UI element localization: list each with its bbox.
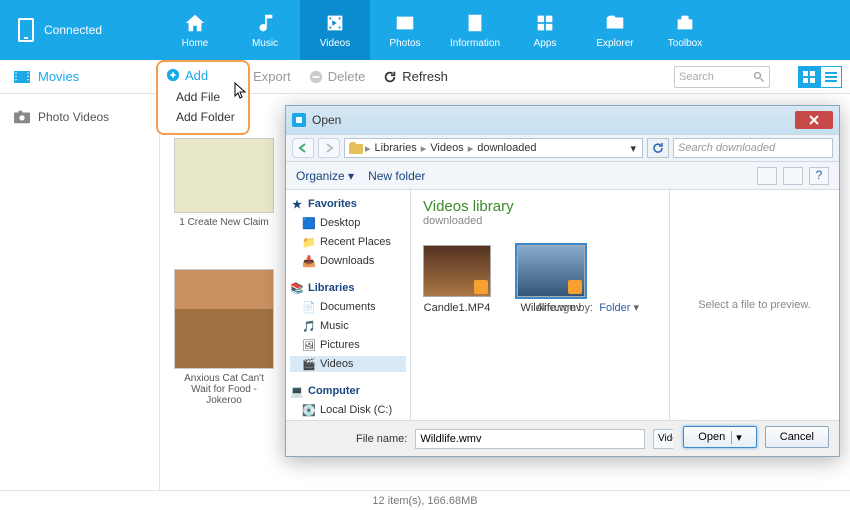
dialog-toolbar: Organize ▾ New folder ? <box>286 162 839 190</box>
open-button[interactable]: Open▾ <box>683 426 756 448</box>
dialog-titlebar[interactable]: Open <box>286 106 839 134</box>
refresh-icon <box>383 70 397 84</box>
video-grid: 1 Create New Claim <box>174 138 274 228</box>
pictures-item[interactable]: 🖼Pictures <box>290 337 406 353</box>
file-thumbnail <box>517 245 585 297</box>
apps-icon <box>534 12 556 34</box>
organize-button[interactable]: Organize ▾ <box>296 169 354 183</box>
grid-view-button[interactable] <box>798 66 820 88</box>
desktop-item[interactable]: 🟦Desktop <box>290 215 406 231</box>
view-toggle <box>798 66 842 88</box>
dialog-title: Open <box>312 113 341 127</box>
app-header: Connected Home Music Videos Photos Infor… <box>0 0 850 60</box>
list-view-button[interactable] <box>820 66 842 88</box>
nav-forward-button[interactable] <box>318 138 340 158</box>
favorites-group[interactable]: ★Favorites <box>290 196 406 212</box>
toolbox-icon <box>674 12 696 34</box>
search-icon <box>753 71 765 83</box>
connection-label: Connected <box>44 23 102 37</box>
dialog-sidebar: ★Favorites 🟦Desktop 📁Recent Places 📥Down… <box>286 190 411 420</box>
refresh-nav-button[interactable] <box>647 138 669 158</box>
library-title: Videos library <box>423 198 657 215</box>
camera-icon <box>14 110 30 124</box>
toolbar: Add Export Delete Refresh Search Add <box>160 66 850 88</box>
video-thumbnail <box>174 138 274 213</box>
video-icon <box>324 12 346 34</box>
view-mode-button[interactable] <box>757 167 777 185</box>
music-icon <box>254 12 276 34</box>
left-sidebar: Photo Videos <box>0 94 160 490</box>
info-icon <box>464 12 486 34</box>
refresh-icon <box>652 142 664 154</box>
cancel-button[interactable]: Cancel <box>765 426 829 448</box>
video-item[interactable]: 1 Create New Claim <box>174 138 274 228</box>
grid-icon <box>803 71 815 83</box>
list-icon <box>825 71 837 83</box>
back-icon <box>298 143 308 153</box>
sidebar-item-photo-videos[interactable]: Photo Videos <box>0 104 159 130</box>
search-input[interactable]: Search <box>674 66 770 88</box>
plus-icon <box>166 68 180 82</box>
help-button[interactable]: ? <box>809 167 829 185</box>
close-button[interactable] <box>795 111 833 129</box>
file-open-dialog: Open ▸ Libraries▸ Videos▸ downloaded ▾ S… <box>285 105 840 457</box>
videos-item[interactable]: 🎬Videos <box>290 356 406 372</box>
video-item[interactable]: Anxious Cat Can't Wait for Food - Jokero… <box>174 269 274 406</box>
filename-label: File name: <box>356 433 407 445</box>
cursor-icon <box>234 82 248 100</box>
forward-icon <box>324 143 334 153</box>
close-icon <box>809 115 819 125</box>
new-folder-button[interactable]: New folder <box>368 169 425 183</box>
dialog-navbar: ▸ Libraries▸ Videos▸ downloaded ▾ Search… <box>286 134 839 162</box>
preview-pane: Select a file to preview. <box>669 190 839 420</box>
device-status: Connected <box>0 18 160 42</box>
folder-icon <box>349 142 363 154</box>
delete-button[interactable]: Delete <box>309 69 366 84</box>
breadcrumb[interactable]: ▸ Libraries▸ Videos▸ downloaded ▾ <box>344 138 643 158</box>
photo-icon <box>394 12 416 34</box>
libraries-group[interactable]: 📚Libraries <box>290 280 406 296</box>
play-badge-icon <box>474 280 488 294</box>
tab-apps[interactable]: Apps <box>510 0 580 60</box>
filename-input[interactable] <box>415 429 645 449</box>
tab-toolbox[interactable]: Toolbox <box>650 0 720 60</box>
tab-music[interactable]: Music <box>230 0 300 60</box>
status-bar: 12 item(s), 166.68MB <box>0 490 850 510</box>
explorer-icon <box>604 12 626 34</box>
computer-group[interactable]: 💻Computer <box>290 383 406 399</box>
file-thumbnail <box>423 245 491 297</box>
film-icon <box>14 70 30 84</box>
tab-home[interactable]: Home <box>160 0 230 60</box>
phone-icon <box>18 18 34 42</box>
dialog-search-input[interactable]: Search downloaded <box>673 138 833 158</box>
play-badge-icon <box>568 280 582 294</box>
preview-pane-button[interactable] <box>783 167 803 185</box>
add-dropdown: Add Add File Add Folder <box>156 60 250 135</box>
arrange-by[interactable]: Arrange by: Folder ▾ <box>536 301 639 314</box>
add-folder-item[interactable]: Add Folder <box>158 107 248 127</box>
sub-toolbar: Movies Add Export Delete Refresh Search <box>0 60 850 94</box>
file-item[interactable]: Candle1.MP4 <box>423 245 491 314</box>
section-indicator[interactable]: Movies <box>0 69 160 84</box>
home-icon <box>184 12 206 34</box>
tab-information[interactable]: Information <box>440 0 510 60</box>
tab-photos[interactable]: Photos <box>370 0 440 60</box>
documents-item[interactable]: 📄Documents <box>290 299 406 315</box>
disk-c-item[interactable]: 💽Local Disk (C:) <box>290 402 406 418</box>
video-thumbnail <box>174 269 274 369</box>
app-icon <box>292 113 306 127</box>
refresh-button[interactable]: Refresh <box>383 69 448 84</box>
nav-tabs: Home Music Videos Photos Information App… <box>160 0 720 60</box>
tab-explorer[interactable]: Explorer <box>580 0 650 60</box>
downloads-item[interactable]: 📥Downloads <box>290 253 406 269</box>
nav-back-button[interactable] <box>292 138 314 158</box>
library-subtitle: downloaded <box>423 215 657 227</box>
recent-item[interactable]: 📁Recent Places <box>290 234 406 250</box>
delete-icon <box>309 70 323 84</box>
music-item[interactable]: 🎵Music <box>290 318 406 334</box>
tab-videos[interactable]: Videos <box>300 0 370 60</box>
